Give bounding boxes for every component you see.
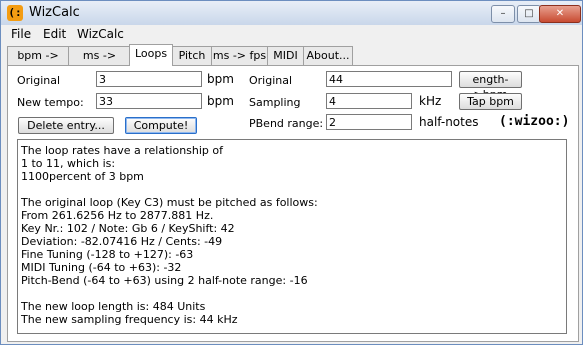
original-bpm-label: Original [17, 74, 61, 87]
sampling-label: Sampling [249, 96, 301, 109]
delete-entry-button[interactable]: Delete entry... [18, 117, 114, 134]
tab-ms-to-bpm[interactable]: ms -> bpm [68, 46, 131, 80]
pbend-range-unit: half-notes [419, 115, 479, 129]
original-length-input[interactable]: 44 [326, 71, 452, 87]
original-bpm-input[interactable]: 3 [96, 71, 202, 87]
new-tempo-input[interactable]: 33 [96, 93, 202, 109]
title-bar[interactable]: (: WizCalc – □ ✕ [1, 1, 582, 26]
tab-ms-to-fps[interactable]: ms -> fps [211, 46, 268, 65]
result-output-box[interactable]: The loop rates have a relationship of 1 … [17, 139, 567, 334]
length-to-bpm-button[interactable]: ength->bpm [459, 71, 522, 101]
maximize-icon: □ [524, 8, 534, 19]
output-line: Deviation: -82.07416 Hz / Cents: -49 [21, 235, 223, 248]
tab-bpm-to-ms[interactable]: bpm -> ms [7, 46, 69, 80]
new-tempo-label: New tempo: [17, 96, 84, 109]
pbend-range-label: PBend range: [249, 117, 324, 130]
output-line: 1 to 11, which is: [21, 157, 116, 170]
tab-midi[interactable]: MIDI [267, 46, 304, 65]
output-line: The original loop (Key C3) must be pitch… [21, 196, 318, 209]
output-line: MIDI Tuning (-64 to +63): -32 [21, 261, 182, 274]
output-line: The new loop length is: 484 Units [21, 300, 206, 313]
menu-bar: File Edit WizCalc [1, 25, 582, 43]
minimize-icon: – [500, 8, 506, 19]
window-title: WizCalc [29, 5, 80, 20]
original-length-label: Original [249, 74, 293, 87]
menu-edit[interactable]: Edit [43, 27, 66, 41]
menu-file[interactable]: File [11, 27, 31, 41]
app-window: (: WizCalc – □ ✕ File Edit WizCalc bpm -… [0, 0, 583, 345]
close-icon: ✕ [555, 8, 565, 19]
pbend-range-input[interactable]: 2 [326, 114, 412, 130]
minimize-button[interactable]: – [491, 5, 515, 23]
menu-wizcalc[interactable]: WizCalc [77, 27, 124, 41]
close-button[interactable]: ✕ [539, 5, 581, 23]
output-line: The new sampling frequency is: 44 kHz [21, 313, 238, 326]
output-line: 1100percent of 3 bpm [21, 170, 144, 183]
maximize-button[interactable]: □ [517, 5, 541, 23]
original-bpm-unit: bpm [207, 72, 234, 86]
tab-loops[interactable]: Loops [129, 44, 173, 66]
tab-about[interactable]: About... [303, 46, 353, 65]
compute-button[interactable]: Compute! [125, 117, 197, 134]
output-line: Pitch-Bend (-64 to +63) using 2 half-not… [21, 274, 308, 287]
new-tempo-unit: bpm [207, 94, 234, 108]
output-line: The loop rates have a relationship of [21, 144, 224, 157]
wizoo-logo: (:wizoo:) [499, 114, 570, 129]
sampling-input[interactable]: 4 [326, 93, 412, 109]
tap-bpm-button[interactable]: Tap bpm [459, 93, 522, 110]
output-line: From 261.6256 Hz to 2877.881 Hz. [21, 209, 214, 222]
sampling-unit: kHz [419, 94, 442, 108]
wizcalc-app-icon[interactable]: (: [7, 5, 23, 21]
output-line: Fine Tuning (-128 to +127): -63 [21, 248, 194, 261]
tab-pitch[interactable]: Pitch [172, 46, 212, 65]
output-line: Key Nr.: 102 / Note: Gb 6 / KeyShift: 42 [21, 222, 235, 235]
loops-panel: Original 3 bpm New tempo: 33 bpm Delete … [7, 65, 579, 342]
